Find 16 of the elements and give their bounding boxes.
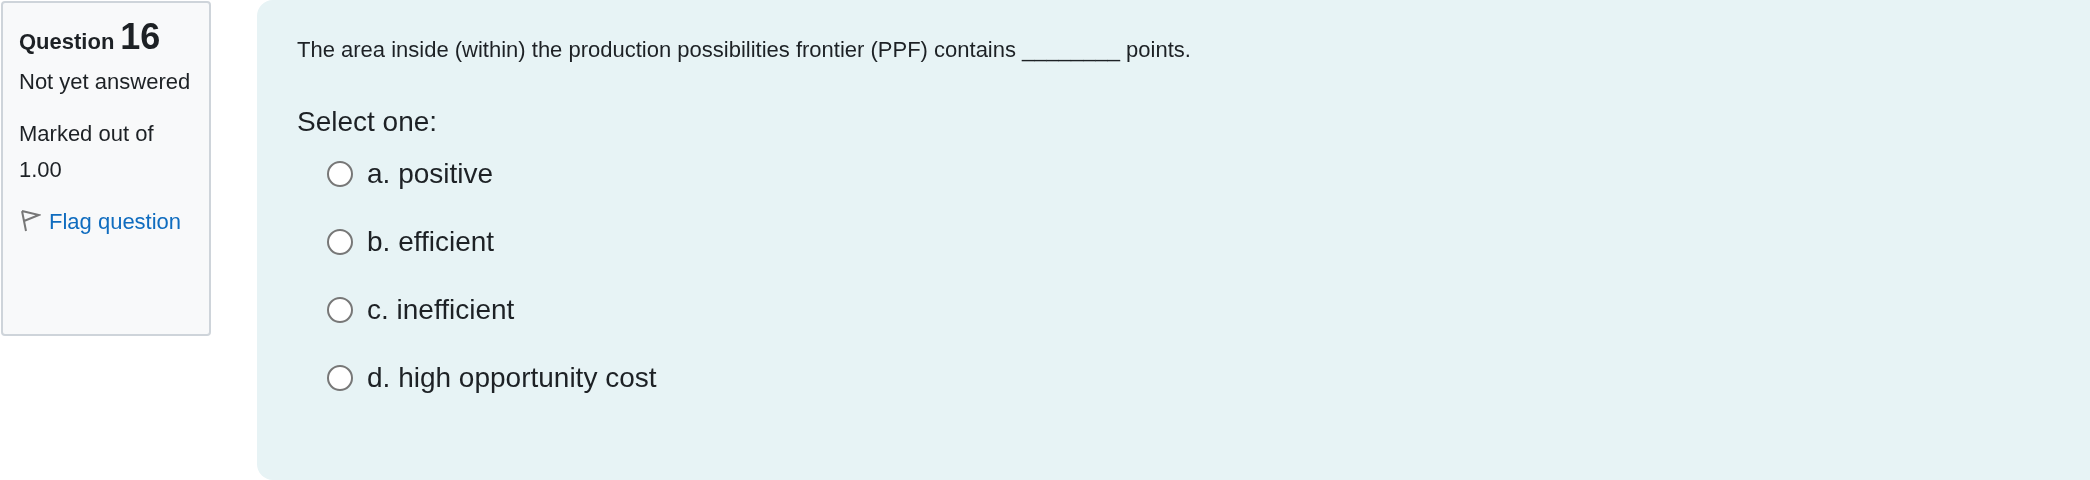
answer-option[interactable]: b. efficient: [327, 222, 2050, 262]
question-marks: Marked out of 1.00: [19, 120, 155, 184]
question-number: 16: [120, 17, 161, 57]
select-one-prompt: Select one:: [297, 105, 439, 139]
question-text: The area inside (within) the production possibilities frontier (PPF) contains ________ points.: [297, 36, 1192, 64]
flag-question-link[interactable]: Flag question: [19, 204, 193, 240]
radio-button[interactable]: [327, 161, 353, 187]
question-label: Question: [19, 28, 115, 56]
flag-icon: [19, 209, 41, 233]
radio-button[interactable]: [327, 297, 353, 323]
question-status: Not yet answered: [19, 68, 192, 96]
answer-option[interactable]: a. positive: [327, 154, 2050, 194]
answer-option[interactable]: c. inefficient: [327, 290, 2050, 330]
radio-button[interactable]: [327, 365, 353, 391]
radio-button[interactable]: [327, 229, 353, 255]
answer-option[interactable]: d. high opportunity cost: [327, 358, 2050, 398]
